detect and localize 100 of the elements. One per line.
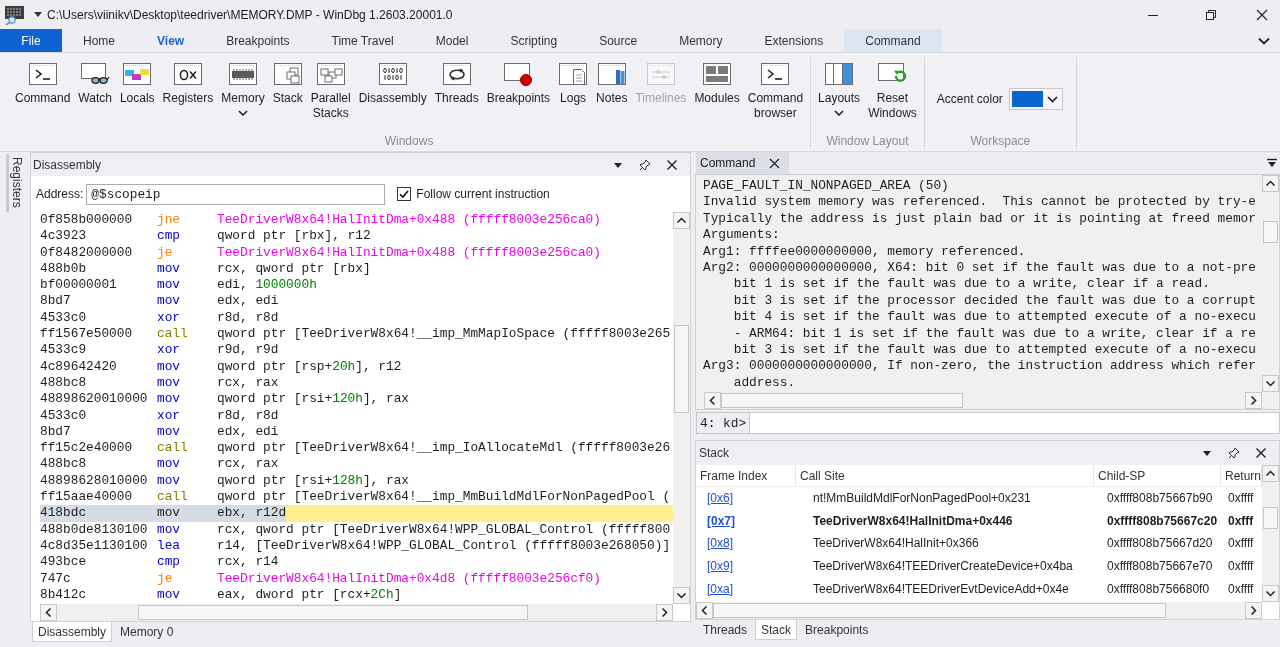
panel-title: Disassembly [33, 157, 101, 172]
scrollbar-thumb[interactable] [1263, 220, 1278, 243]
close-icon[interactable] [1255, 447, 1267, 459]
ribbon-tab[interactable]: Memory [658, 29, 744, 52]
books-icon [596, 62, 627, 86]
terminal-icon [27, 62, 58, 86]
close-icon[interactable] [666, 158, 678, 171]
checkbox-label[interactable]: Follow current instruction [416, 187, 550, 201]
ribbon-button[interactable]: Modules [692, 61, 742, 134]
panel-tab[interactable]: Breakpoints [799, 620, 875, 640]
panel-tab[interactable]: Disassembly [32, 622, 112, 642]
operand-text: qword ptr [TeeDriverW8x64!__imp_MmMapIoSpace (fffff8003e265 [217, 326, 671, 343]
frame-link[interactable]: [0x7] [707, 513, 735, 528]
vertical-scrollbar[interactable] [1262, 175, 1279, 392]
ribbon-tab[interactable]: Breakpoints [205, 29, 311, 52]
ribbon-button[interactable]: Command [13, 61, 73, 134]
close-icon[interactable] [1256, 8, 1268, 21]
address-field[interactable]: @$scopeip [86, 183, 386, 205]
operand-text: qword ptr [rsi+120h], rax [217, 391, 409, 408]
ribbon-tab[interactable]: Source [578, 29, 659, 52]
ribbon-tab[interactable]: Home [62, 29, 136, 52]
ribbon-button[interactable]: Stack [270, 61, 305, 134]
operand-text: r8d, r8d [217, 309, 279, 327]
ribbon-button[interactable]: Parallel Stacks [308, 61, 353, 134]
instruction-bytes: 48898628010000 [40, 472, 149, 490]
operand-text: TeeDriverW8x64!HalInitDma+0x4d8 (fffff8003e256cf0) [217, 570, 601, 587]
side-tab[interactable]: Registers [6, 154, 26, 212]
ribbon-button[interactable]: Disassembly [356, 61, 429, 134]
chevron-up-icon[interactable] [1262, 175, 1279, 192]
ribbon-button[interactable]: Command browser [745, 61, 806, 134]
checkbox[interactable] [397, 187, 412, 201]
chevron-left-icon[interactable] [696, 602, 713, 619]
ribbon-button[interactable]: Threads [432, 61, 481, 134]
caret-down-icon[interactable] [34, 11, 42, 18]
table-cell-text: 0xffff808b75667e70 [1106, 559, 1214, 574]
frame-link[interactable]: [0x6] [707, 491, 733, 506]
close-icon[interactable] [769, 157, 781, 169]
mnemonic: mov [157, 358, 182, 375]
output-line: bit 3 is set if the processor decided the fault was due to a corrupt [732, 292, 1257, 310]
mnemonic: mov [157, 472, 182, 490]
frame-link[interactable]: [0x9] [707, 559, 733, 574]
ribbon-button[interactable]: Reset Windows [866, 61, 919, 134]
frame-link[interactable]: [0x8] [707, 536, 733, 551]
ribbon-button[interactable]: Logs [556, 61, 591, 134]
ribbon-button[interactable]: Locals [117, 61, 157, 134]
column-header[interactable]: Call Site [796, 465, 1094, 487]
horizontal-scrollbar[interactable] [40, 604, 673, 621]
chevron-left-icon[interactable] [704, 392, 721, 409]
ribbon-tab[interactable]: Model [414, 29, 490, 52]
table-cell-text: TeeDriverW8x64!TEEDriverEvtDeviceAdd+0x4e [812, 581, 1070, 596]
output-line: Typically the address is just plain bad or it is pointing at freed memor [703, 210, 1257, 228]
ribbon-tab[interactable]: View [136, 29, 206, 52]
panel-tab[interactable]: Threads [697, 620, 754, 640]
chevron-right-icon[interactable] [1245, 602, 1262, 619]
chevron-up-icon[interactable] [1262, 465, 1279, 482]
ribbon-button[interactable]: Layouts [816, 61, 863, 134]
scrollbar-thumb[interactable] [721, 393, 964, 408]
output-line: address. [732, 374, 797, 392]
frame-link[interactable]: [0xa] [707, 581, 733, 596]
scrollbar-thumb[interactable] [674, 325, 689, 413]
stacked-windows-icon [272, 62, 303, 86]
pin-icon[interactable] [639, 158, 651, 171]
ribbon-tab[interactable]: File [0, 29, 62, 52]
horizontal-scrollbar[interactable] [696, 602, 1262, 619]
command-tab[interactable]: Command [696, 152, 790, 174]
chevron-up-icon[interactable] [673, 212, 690, 229]
dropdown-icon[interactable] [1267, 158, 1277, 168]
ribbon-button[interactable]: Breakpoints [484, 61, 553, 134]
panel-tab[interactable]: Memory 0 [114, 622, 180, 642]
scrollbar-thumb[interactable] [713, 603, 1166, 618]
ribbon-tab[interactable]: Extensions [743, 29, 845, 52]
ribbon-tab[interactable]: Command [844, 29, 942, 52]
column-header[interactable]: Frame Index [696, 465, 796, 487]
vertical-scrollbar[interactable] [1262, 465, 1279, 602]
command-input[interactable] [750, 412, 1280, 434]
mnemonic: cmp [157, 554, 182, 571]
vertical-scrollbar[interactable] [673, 212, 690, 604]
pin-icon[interactable] [1228, 447, 1240, 459]
panel-tab[interactable]: Stack [755, 620, 798, 640]
scrollbar-thumb[interactable] [1263, 507, 1278, 530]
ribbon-button[interactable]: Notes [594, 61, 630, 134]
scrollbar-thumb[interactable] [137, 605, 528, 620]
chevron-right-icon[interactable] [656, 604, 673, 621]
mnemonic: call [157, 440, 189, 457]
instruction-bytes: 488bc8 [40, 456, 88, 473]
color-picker[interactable] [1008, 88, 1063, 110]
horizontal-scrollbar[interactable] [704, 392, 1262, 409]
ribbon-tab[interactable]: Time Travel [310, 29, 415, 52]
ribbon-button[interactable]: Watch [76, 61, 114, 134]
mnemonic: mov [157, 260, 182, 278]
column-header[interactable]: Child-SP [1094, 465, 1221, 487]
chevron-right-icon[interactable] [1245, 392, 1262, 409]
ribbon-tab[interactable]: Scripting [489, 29, 579, 52]
mnemonic: cmp [157, 228, 182, 245]
instruction-bytes: 4533c0 [40, 309, 88, 327]
restore-icon[interactable] [1205, 8, 1217, 21]
chevron-left-icon[interactable] [40, 604, 57, 621]
chevron-down-icon[interactable] [1258, 36, 1270, 45]
ribbon-button[interactable]: Memory [219, 61, 267, 134]
ribbon-button[interactable]: Registers [160, 61, 216, 134]
